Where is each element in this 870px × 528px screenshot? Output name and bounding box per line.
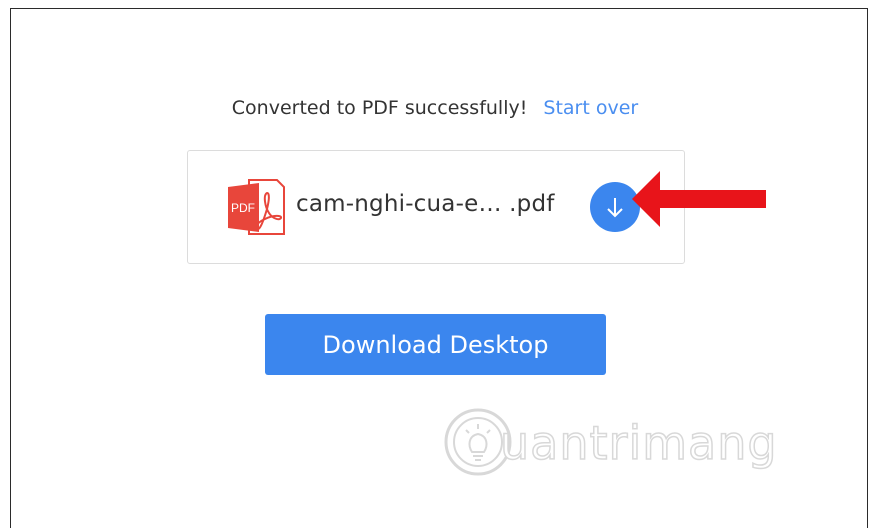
- pdf-file-icon: PDF: [227, 179, 285, 236]
- watermark: uantrimang: [442, 402, 787, 482]
- status-line: Converted to PDF successfully! Start ove…: [0, 97, 870, 119]
- start-over-link[interactable]: Start over: [543, 97, 638, 119]
- success-message: Converted to PDF successfully!: [231, 97, 528, 119]
- pdf-icon-label: PDF: [231, 201, 255, 215]
- red-arrow-icon: [630, 168, 770, 230]
- file-name: cam-nghi-cua-e… .pdf: [296, 191, 555, 217]
- download-desktop-button[interactable]: Download Desktop: [265, 314, 606, 375]
- watermark-text: uantrimang: [499, 415, 778, 471]
- file-card: PDF cam-nghi-cua-e… .pdf: [187, 150, 685, 264]
